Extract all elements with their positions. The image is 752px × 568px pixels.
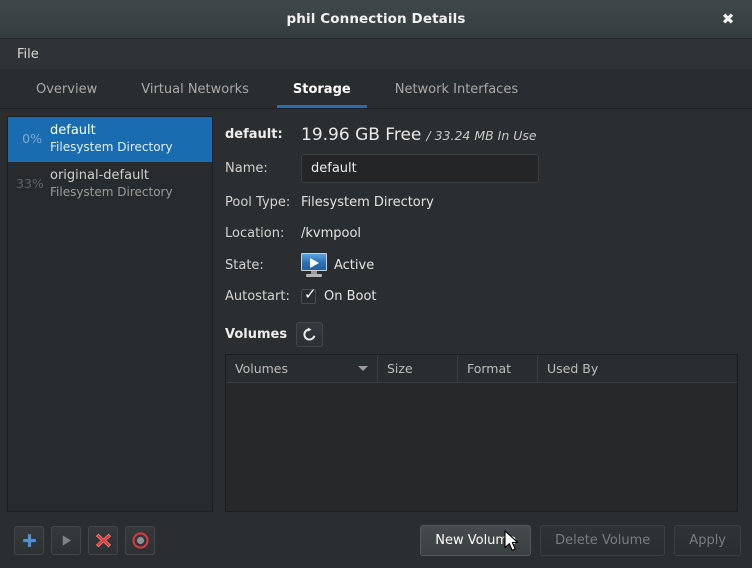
pool-type-row: Pool Type: Filesystem Directory [225, 191, 745, 214]
autostart-value: On Boot [324, 289, 377, 304]
column-header-used-by[interactable]: Used By [538, 355, 737, 382]
storage-panel: 0% default Filesystem Directory 33% orig… [0, 109, 752, 512]
autostart-label: Autostart: [225, 289, 290, 304]
pool-item-type: Filesystem Directory [50, 139, 173, 154]
volumes-title: Volumes [225, 327, 288, 342]
stop-pool-button[interactable] [125, 525, 155, 555]
pool-item-text: original-default Filesystem Directory [50, 168, 173, 200]
pool-name-input[interactable] [301, 154, 539, 183]
state-label: State: [225, 257, 264, 273]
tab-storage[interactable]: Storage [271, 70, 373, 108]
in-use-value: / 33.24 MB In Use [426, 127, 537, 143]
close-icon[interactable]: ✖ [718, 9, 738, 29]
location-label: Location: [225, 226, 285, 241]
delete-pool-button[interactable] [88, 525, 118, 555]
stop-icon [131, 531, 149, 549]
column-header-volumes-label: Volumes [235, 361, 289, 376]
volumes-header: Volumes [225, 322, 745, 347]
pool-list-item-default[interactable]: 0% default Filesystem Directory [8, 117, 212, 162]
volumes-table-body[interactable] [226, 383, 737, 511]
pool-item-name: default [50, 123, 96, 138]
pool-usage-percent: 33% [16, 176, 44, 192]
check-icon: ✓ [304, 285, 317, 303]
chevron-down-icon [358, 366, 368, 371]
add-pool-button[interactable] [14, 525, 44, 555]
pool-action-buttons [14, 525, 155, 555]
volumes-table: Volumes Size Format Used By [225, 354, 738, 512]
pool-location-row: Location: /kvmpool [225, 222, 745, 245]
name-label: Name: [225, 161, 268, 176]
refresh-volumes-button[interactable] [296, 322, 324, 347]
x-delete-icon [95, 533, 111, 547]
column-header-volumes[interactable]: Volumes [226, 355, 378, 382]
pool-type-label: Pool Type: [225, 195, 291, 210]
pool-name-row: Name: [225, 154, 745, 183]
tab-virtual-networks[interactable]: Virtual Networks [119, 70, 271, 108]
autostart-checkbox[interactable]: ✓ [301, 285, 317, 304]
state-value-wrap: Active [301, 253, 374, 277]
free-space-line: 19.96 GB Free / 33.24 MB In Use [301, 125, 537, 145]
pool-usage-percent: 0% [22, 131, 42, 147]
pool-item-type: Filesystem Directory [50, 184, 173, 199]
pool-name-heading: default: [225, 127, 283, 142]
apply-button[interactable]: Apply [674, 524, 741, 556]
tab-strip: Overview Virtual Networks Storage Networ… [0, 70, 752, 109]
pool-list-item-original-default[interactable]: 33% original-default Filesystem Director… [8, 162, 212, 207]
titlebar: phil Connection Details ✖ [0, 0, 752, 39]
pool-detail-pane: default: 19.96 GB Free / 33.24 MB In Use… [213, 116, 745, 512]
menu-item-file[interactable]: File [11, 44, 45, 65]
play-icon [62, 534, 71, 546]
window-title: phil Connection Details [286, 11, 466, 27]
location-value: /kvmpool [301, 226, 362, 241]
column-header-size[interactable]: Size [378, 355, 458, 382]
free-space-value: 19.96 GB Free [301, 124, 422, 145]
pool-item-name: original-default [50, 167, 150, 183]
pool-state-row: State: Active [225, 253, 745, 277]
new-volume-button[interactable]: New Volume [420, 524, 532, 556]
volume-action-buttons: New Volume Delete Volume Apply [420, 524, 741, 556]
pool-type-value: Filesystem Directory [301, 195, 434, 210]
storage-pool-list[interactable]: 0% default Filesystem Directory 33% orig… [7, 116, 213, 512]
pool-autostart-row: Autostart: ✓ On Boot [225, 285, 745, 308]
delete-volume-button[interactable]: Delete Volume [540, 524, 666, 556]
monitor-play-icon [301, 253, 327, 277]
pool-item-text: default Filesystem Directory [50, 123, 173, 155]
volumes-table-header: Volumes Size Format Used By [226, 355, 737, 383]
tab-network-interfaces[interactable]: Network Interfaces [373, 70, 540, 108]
start-pool-button[interactable] [51, 525, 81, 555]
bottom-toolbar: New Volume Delete Volume Apply [0, 512, 752, 568]
connection-details-window: phil Connection Details ✖ File Overview … [0, 0, 752, 568]
state-value: Active [334, 257, 375, 273]
pool-free-space-row: default: 19.96 GB Free / 33.24 MB In Use [225, 123, 745, 146]
plus-icon [22, 533, 36, 547]
refresh-icon [303, 327, 316, 341]
menubar: File [0, 39, 752, 70]
column-header-format[interactable]: Format [458, 355, 538, 382]
tab-overview[interactable]: Overview [14, 70, 119, 108]
